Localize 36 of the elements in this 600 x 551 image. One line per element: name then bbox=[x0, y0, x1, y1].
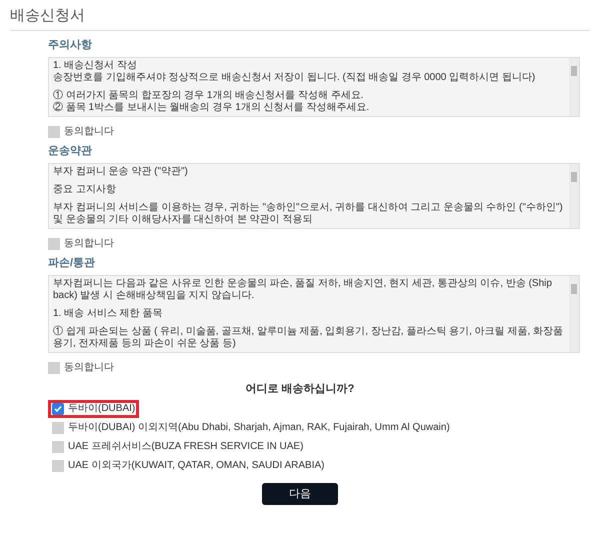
checkbox[interactable] bbox=[52, 422, 64, 434]
checkbox[interactable] bbox=[48, 238, 60, 250]
question-text: 어디로 배송하십니까? bbox=[246, 382, 354, 397]
terms-text: ① 여러가지 품목의 합포장의 경우 1개의 배송신청서를 작성해 주세요. bbox=[53, 90, 365, 102]
terms-text: 부자컴퍼니는 다음과 같은 사유로 인한 운송물의 파손, 품질 저하, 배송지연, 현지 세관, 통관상의 이슈, 반송 (Ship back) 발생 시 손해배상책임을 지지 않습니다. bbox=[53, 278, 553, 302]
checkbox[interactable] bbox=[52, 441, 64, 453]
page-title: 배송신청서 bbox=[10, 6, 86, 26]
terms-text: ② 품목 1박스를 보내시는 월배송의 경우 1개의 신청서를 작성해주세요. bbox=[53, 102, 370, 114]
terms-text: 1. 배송 서비스 제한 품목 bbox=[53, 308, 164, 320]
section-title: 운송약관 bbox=[48, 144, 93, 159]
option-label[interactable]: UAE 프레쉬서비스(BUZA FRESH SERVICE IN UAE) bbox=[68, 441, 304, 453]
terms-text: 1. 배송신청서 작성 bbox=[53, 60, 138, 72]
agree-label[interactable]: 동의합니다 bbox=[64, 360, 114, 375]
next-button[interactable]: 다음 bbox=[262, 483, 338, 505]
terms-text: ① 쉽게 파손되는 상품 ( 유리, 미술품, 골프채, 알루미늄 제품, 입회용기, 장난감, 플라스틱 용기, 아크릴 제품, 화장품 용기, 전자제품 등의 파손이 쉬운 상품 등) bbox=[53, 326, 564, 350]
terms-text: 중요 고지사항 bbox=[53, 184, 117, 196]
terms-text-area[interactable]: 부자 컴퍼니 운송 약관 ("약관") 중요 고지사항 부자 컴퍼니의 서비스를 이용하는 경우, 귀하는 "송하인"으로서, 귀하를 대신하여 그리고 운송물의 수하인 ("수하인") 및 운송물의 기타 이해당사자를 대신하여 본 약관이 적용되 bbox=[48, 163, 580, 229]
terms-text: 부자 컴퍼니 운송 약관 ("약관") bbox=[53, 166, 189, 178]
option-label[interactable]: 두바이(DUBAI) bbox=[68, 403, 136, 415]
scrollbar[interactable] bbox=[569, 276, 579, 352]
terms-text: 송장번호를 기입해주셔야 정상적으로 배송신청서 저장이 됩니다. (직접 배송일 경우 0000 입력하시면 됩니다) bbox=[53, 72, 536, 84]
terms-text-area[interactable] bbox=[48, 275, 580, 353]
option-label[interactable]: UAE 이외국가(KUWAIT, QATAR, OMAN, SAUDI ARABIA) bbox=[68, 460, 325, 472]
agree-label[interactable]: 동의합니다 bbox=[64, 236, 114, 251]
checkbox[interactable] bbox=[52, 460, 64, 472]
option-label[interactable]: 두바이(DUBAI) 이외지역(Abu Dhabi, Sharjah, Ajman, RAK, Fujairah, Umm Al Quwain) bbox=[68, 422, 450, 434]
checkbox[interactable] bbox=[52, 403, 64, 415]
scrollbar[interactable] bbox=[569, 164, 579, 228]
checkbox[interactable] bbox=[48, 362, 60, 374]
agree-label[interactable]: 동의합니다 bbox=[64, 124, 114, 139]
section-title: 주의사항 bbox=[48, 38, 93, 53]
section-title: 파손/통관 bbox=[48, 256, 96, 271]
terms-text-area[interactable]: 1. 배송신청서 작성 송장번호를 기입해주셔야 정상적으로 배송신청서 저장이 됩니다. (직접 배송일 경우 0000 입력하시면 됩니다) ① 여러가지 품목의 합포장의 경우 1개의 배송신청서를 작성해 주세요. ② 품목 1박스를 보내시는 월배송의 경우 1개의 신청서를 작성해주세요. bbox=[48, 57, 580, 117]
checkbox[interactable] bbox=[48, 126, 60, 138]
terms-text: 부자 컴퍼니의 서비스를 이용하는 경우, 귀하는 "송하인"으로서, 귀하를 대신하여 그리고 운송물의 수하인 ("수하인") 및 운송물의 기타 이해당사자를 대신하여 본 약관이 적용되 bbox=[53, 202, 564, 226]
scrollbar[interactable] bbox=[569, 58, 579, 116]
